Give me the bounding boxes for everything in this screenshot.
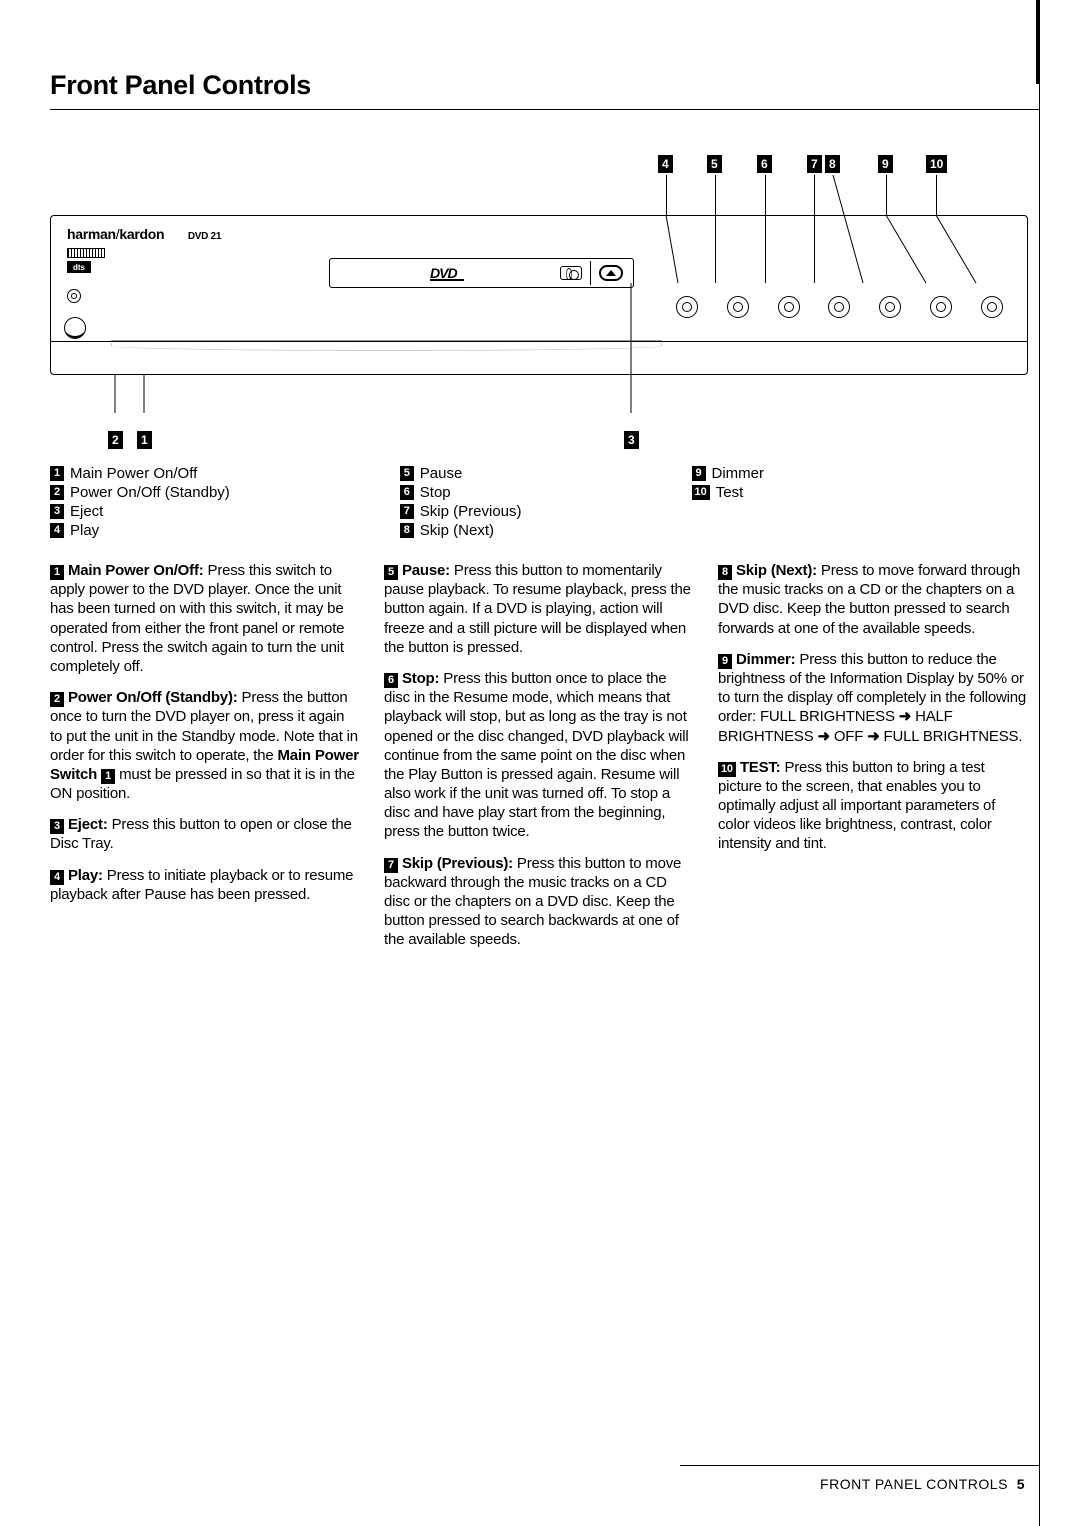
callout-8: 8 bbox=[825, 155, 840, 173]
legend-num-1: 1 bbox=[50, 466, 64, 481]
legend: 1 Main Power On/Off 2 Power On/Off (Standb… bbox=[50, 465, 1028, 539]
desc-7: 7 Skip (Previous): Press this button to … bbox=[384, 854, 694, 950]
legend-num-6: 6 bbox=[400, 485, 414, 500]
desc-8: 8 Skip (Next): Press to move forward thr… bbox=[718, 561, 1028, 638]
callout-1: 1 bbox=[137, 431, 152, 449]
legend-label-7: Skip (Previous) bbox=[420, 503, 522, 520]
legend-label-8: Skip (Next) bbox=[420, 522, 494, 539]
legend-num-5: 5 bbox=[400, 466, 414, 481]
legend-label-10: Test bbox=[716, 484, 744, 501]
footer-rule bbox=[680, 1465, 1040, 1466]
callout-5: 5 bbox=[707, 155, 722, 173]
desc-9: 9 Dimmer: Press this button to reduce th… bbox=[718, 650, 1028, 746]
legend-label-5: Pause bbox=[420, 465, 463, 482]
desc-4: 4 Play: Press to initiate playback or to… bbox=[50, 866, 360, 904]
footer: FRONT PANEL CONTROLS 5 bbox=[820, 1476, 1025, 1492]
callout-9: 9 bbox=[878, 155, 893, 173]
legend-label-9: Dimmer bbox=[712, 465, 765, 482]
desc-3: 3 Eject: Press this button to open or cl… bbox=[50, 815, 360, 853]
callout-10: 10 bbox=[926, 155, 947, 173]
desc-1: 1 Main Power On/Off: Press this switch t… bbox=[50, 561, 360, 676]
legend-num-4: 4 bbox=[50, 523, 64, 538]
desc-6: 6 Stop: Press this button once to place … bbox=[384, 669, 694, 842]
desc-10: 10 TEST: Press this button to bring a te… bbox=[718, 758, 1028, 854]
legend-label-1: Main Power On/Off bbox=[70, 465, 197, 482]
callout-3: 3 bbox=[624, 431, 639, 449]
desc-2: 2 Power On/Off (Standby): Press the butt… bbox=[50, 688, 360, 803]
side-rule-thick bbox=[1036, 0, 1040, 84]
callout-7: 7 bbox=[807, 155, 822, 173]
callout-4: 4 bbox=[658, 155, 673, 173]
device-diagram: 4 5 6 7 8 9 10 harman/kardon DVD 21 bbox=[50, 155, 1028, 455]
legend-num-10: 10 bbox=[692, 485, 710, 500]
legend-label-2: Power On/Off (Standby) bbox=[70, 484, 230, 501]
callout-6: 6 bbox=[757, 155, 772, 173]
side-rule-thin bbox=[1039, 84, 1040, 1526]
body-text: 1 Main Power On/Off: Press this switch t… bbox=[50, 561, 1028, 950]
footer-page: 5 bbox=[1017, 1476, 1025, 1492]
legend-num-7: 7 bbox=[400, 504, 414, 519]
legend-label-6: Stop bbox=[420, 484, 451, 501]
page-title: Front Panel Controls bbox=[50, 70, 1028, 109]
footer-label: FRONT PANEL CONTROLS bbox=[820, 1476, 1008, 1492]
legend-num-2: 2 bbox=[50, 485, 64, 500]
callout-2: 2 bbox=[108, 431, 123, 449]
legend-num-3: 3 bbox=[50, 504, 64, 519]
legend-label-3: Eject bbox=[70, 503, 103, 520]
title-rule bbox=[50, 109, 1040, 110]
desc-5: 5 Pause: Press this button to momentaril… bbox=[384, 561, 694, 657]
legend-num-9: 9 bbox=[692, 466, 706, 481]
legend-label-4: Play bbox=[70, 522, 99, 539]
legend-num-8: 8 bbox=[400, 523, 414, 538]
